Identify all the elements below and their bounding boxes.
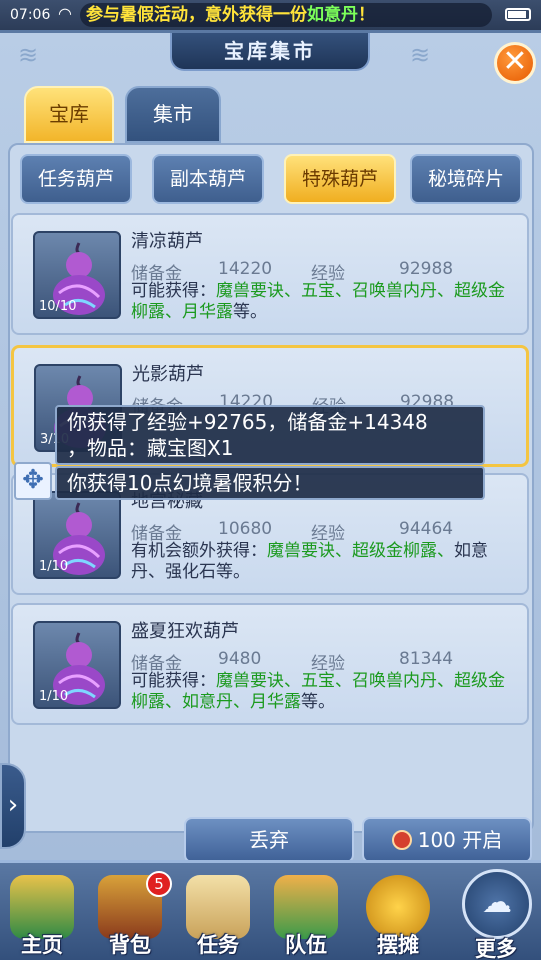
reward-line-2: ，物品：藏宝图X1 (67, 436, 234, 460)
open-cost: 100 (417, 828, 456, 852)
announcement-text: 参与暑假活动，意外获得一份 (86, 5, 307, 25)
announcement-end: ！ (358, 5, 375, 25)
item-description: 可能获得：魔兽要诀、五宝、召唤兽内丹、超级金柳露、如意丹、月华露等。 (131, 671, 521, 713)
open-label: 开启 (462, 828, 503, 852)
item-description: 有机会额外获得：魔兽要诀、超级金柳露、如意丹、强化石等。 (131, 541, 521, 583)
subtab-dungeon-gourd[interactable]: 副本葫芦 (152, 154, 264, 204)
exp-value: 92988 (399, 259, 454, 279)
subtab-secret-fragment[interactable]: 秘境碎片 (410, 154, 522, 204)
window-title: 宝库集市 (170, 33, 370, 71)
cloud-ornament-icon: ≋ (410, 41, 431, 69)
open-button[interactable]: 100 开启 (362, 817, 532, 863)
item-name: 光影葫芦 (132, 364, 204, 385)
discard-button[interactable]: 丢弃 (184, 817, 354, 863)
cloud-ornament-icon: ≋ (18, 41, 39, 69)
desc-rewards: 魔兽要诀、超级金柳露、 (267, 541, 454, 561)
nav-label: 主页 (21, 933, 63, 957)
points-toast: 你获得10点幻境暑假积分！ (55, 466, 485, 500)
exp-value: 81344 (399, 649, 454, 669)
gourd-icon: 1/10 (33, 491, 121, 579)
tab-market[interactable]: 集市 (125, 86, 221, 143)
announcement-highlight: 如意丹 (307, 5, 358, 25)
nav-label: 背包 (109, 933, 151, 957)
item-name: 盛夏狂欢葫芦 (131, 621, 239, 642)
nav-home[interactable]: 主页 (0, 871, 84, 960)
wifi-icon: ◠ (58, 4, 72, 23)
desc-prefix: 可能获得： (131, 671, 216, 691)
item-card[interactable]: 1/10 盛夏狂欢葫芦 储备金 9480 经验 81344 可能获得：魔兽要诀、… (11, 603, 529, 725)
desc-suffix: 等。 (301, 692, 335, 712)
item-description: 可能获得：魔兽要诀、五宝、召唤兽内丹、超级金柳露、月华露等。 (131, 281, 521, 323)
reward-toast: 你获得了经验+92765，储备金+14348 ，物品：藏宝图X1 (55, 405, 485, 465)
battery-icon (505, 8, 531, 21)
nav-tasks[interactable]: 任务 (176, 871, 260, 960)
item-count: 10/10 (39, 299, 77, 314)
money-value: 14220 (218, 259, 273, 279)
announcement-marquee: 参与暑假活动，意外获得一份如意丹！ (80, 3, 492, 27)
nav-bag[interactable]: 5 背包 (88, 871, 172, 960)
nav-more-label: 更多 (475, 937, 517, 960)
nav-stall[interactable]: 摆摊 (356, 871, 440, 960)
subtab-special-gourd[interactable]: 特殊葫芦 (284, 154, 396, 204)
close-button[interactable]: ✕ (494, 42, 536, 84)
move-arrows-icon[interactable]: ✥ (14, 462, 52, 500)
item-card[interactable]: 10/10 清凉葫芦 储备金 14220 经验 92988 可能获得：魔兽要诀、… (11, 213, 529, 335)
status-bar: 07:06 ◠ 参与暑假活动，意外获得一份如意丹！ (0, 0, 541, 30)
nav-label: 摆摊 (377, 933, 419, 957)
item-name: 清凉葫芦 (131, 231, 203, 252)
reward-line-1: 你获得了经验+92765，储备金+14348 (67, 410, 428, 434)
more-cloud-icon[interactable]: ☁ (462, 869, 532, 939)
bag-badge: 5 (146, 871, 172, 897)
gourd-icon: 10/10 (33, 231, 121, 319)
desc-prefix: 有机会额外获得： (131, 541, 267, 561)
nav-label: 队伍 (285, 933, 327, 957)
gourd-icon: 1/10 (33, 621, 121, 709)
subtab-task-gourd[interactable]: 任务葫芦 (20, 154, 132, 204)
money-value: 9480 (218, 649, 262, 669)
money-value: 10680 (218, 519, 273, 539)
cost-pot-icon (391, 830, 412, 850)
desc-suffix: 等。 (233, 302, 267, 322)
side-expand-arrow-icon[interactable]: › (0, 763, 26, 849)
nav-team[interactable]: 队伍 (264, 871, 348, 960)
tab-treasury[interactable]: 宝库 (24, 86, 114, 143)
status-time: 07:06 (10, 7, 51, 23)
desc-prefix: 可能获得： (131, 281, 216, 301)
nav-label: 任务 (197, 933, 239, 957)
item-count: 1/10 (39, 689, 69, 704)
exp-value: 94464 (399, 519, 454, 539)
item-count: 1/10 (39, 559, 69, 574)
bottom-nav: 主页 5 背包 任务 队伍 摆摊 ☁ 更多 (0, 860, 541, 960)
